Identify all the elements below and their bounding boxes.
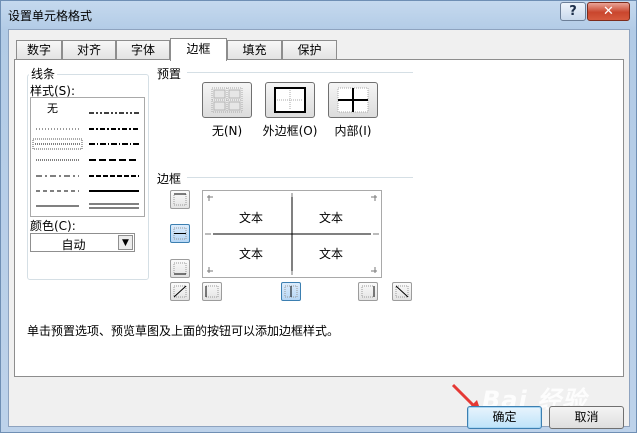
tab-font[interactable]: 字体 (116, 40, 170, 60)
border-diagonal-down-button[interactable] (392, 282, 412, 301)
preset-none-label: 无(N) (211, 124, 243, 138)
border-bottom-button[interactable] (170, 259, 190, 278)
border-right-button[interactable] (358, 282, 378, 301)
preview-text-bottom-left: 文本 (239, 247, 264, 261)
preset-label: 预置 (157, 67, 182, 81)
border-none-icon (211, 87, 243, 113)
dialog-window: 设置单元格格式 ? ✕ 数字 对齐 字体 边框 填充 保护 线条 样式(S): … (0, 0, 637, 433)
dialog-body: 数字 对齐 字体 边框 填充 保护 线条 样式(S): 无 颜色(C): 自动 … (8, 29, 630, 429)
border-top-button[interactable] (170, 190, 190, 209)
line-style-samples[interactable] (31, 98, 144, 216)
preview-lines (205, 193, 379, 275)
ok-button[interactable]: 确定 (467, 406, 542, 429)
preset-none-button[interactable] (202, 82, 252, 118)
border-horizontal-inside-button[interactable] (170, 224, 190, 243)
close-button[interactable]: ✕ (587, 2, 630, 21)
line-color-select[interactable]: 自动 ▼ (30, 233, 135, 252)
border-separator (187, 177, 413, 178)
tab-alignment[interactable]: 对齐 (62, 40, 116, 60)
preview-text-top-right: 文本 (319, 211, 344, 225)
preview-text-bottom-right: 文本 (319, 247, 344, 261)
preset-outline-button[interactable] (265, 82, 315, 118)
tab-fill[interactable]: 填充 (227, 40, 282, 60)
preset-outline-label: 外边框(O) (262, 124, 318, 138)
border-horizontal-inside-icon (173, 227, 187, 240)
window-title: 设置单元格格式 (8, 9, 93, 23)
border-right-icon (361, 285, 375, 298)
border-preview[interactable]: 文本 文本 文本 文本 (202, 190, 382, 278)
preview-text-top-left: 文本 (239, 211, 264, 225)
line-color-label: 颜色(C): (30, 219, 76, 233)
border-outline-icon (274, 87, 306, 113)
line-group-label: 线条 (29, 65, 58, 82)
border-diagonal-up-icon (173, 285, 187, 298)
hint-text: 单击预置选项、预览草图及上面的按钮可以添加边框样式。 (27, 324, 340, 338)
titlebar[interactable]: 设置单元格格式 ? ✕ (1, 1, 636, 29)
border-top-icon (173, 193, 187, 206)
cancel-button[interactable]: 取消 (549, 406, 624, 429)
border-left-button[interactable] (202, 282, 222, 301)
border-tab-panel: 线条 样式(S): 无 颜色(C): 自动 ▼ 预置 无(N) 外边框(O) 内… (14, 59, 624, 377)
tab-border[interactable]: 边框 (170, 38, 227, 61)
preset-separator (187, 72, 413, 73)
line-style-list: 无 (30, 97, 145, 217)
help-button[interactable]: ? (560, 2, 586, 21)
border-diagonal-up-button[interactable] (170, 282, 190, 301)
preset-inside-label: 内部(I) (334, 124, 372, 138)
border-bottom-icon (173, 262, 187, 275)
line-color-value: 自动 (61, 238, 86, 252)
border-vertical-inside-button[interactable] (281, 282, 301, 301)
preset-inside-button[interactable] (328, 82, 378, 118)
tab-number[interactable]: 数字 (16, 40, 62, 60)
border-vertical-inside-icon (284, 285, 298, 298)
chevron-down-icon[interactable]: ▼ (118, 235, 133, 250)
border-inside-icon (337, 87, 369, 113)
border-left-icon (205, 285, 219, 298)
border-diagonal-down-icon (395, 285, 409, 298)
tab-protection[interactable]: 保护 (282, 40, 337, 60)
border-label: 边框 (157, 172, 182, 186)
